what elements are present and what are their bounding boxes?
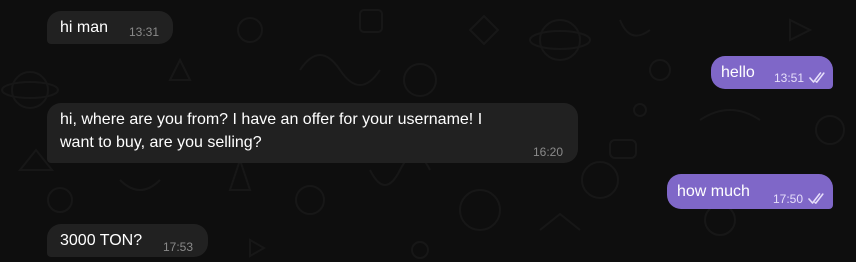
message-bubble-incoming[interactable]: hi man 13:31 [47, 11, 173, 44]
message-time: 16:20 [533, 145, 564, 159]
message-bubble-incoming[interactable]: hi, where are you from? I have an offer … [47, 103, 578, 163]
message-bubble-outgoing[interactable]: how much 17:50 [667, 174, 833, 209]
message-time: 17:53 [163, 240, 194, 254]
message-text-line: hi, where are you from? I have an offer … [60, 111, 483, 128]
message-text: 3000 TON? [60, 232, 143, 249]
message-text: hello [721, 64, 755, 81]
chat-area[interactable]: hi man 13:31 hello 13:51 hi, where are y… [0, 0, 856, 262]
message-text: how much [677, 183, 750, 200]
message-text-line: want to buy, are you selling? [60, 134, 262, 151]
message-bubble-outgoing[interactable]: hello 13:51 [711, 56, 833, 89]
read-double-check-icon [809, 72, 825, 83]
message-time: 13:31 [129, 25, 160, 39]
message-bubble-incoming[interactable]: 3000 TON? 17:53 [47, 224, 208, 257]
message-time: 17:50 [773, 192, 804, 206]
read-double-check-icon [808, 193, 824, 204]
message-text: hi man [60, 19, 109, 36]
message-time: 13:51 [774, 71, 805, 85]
